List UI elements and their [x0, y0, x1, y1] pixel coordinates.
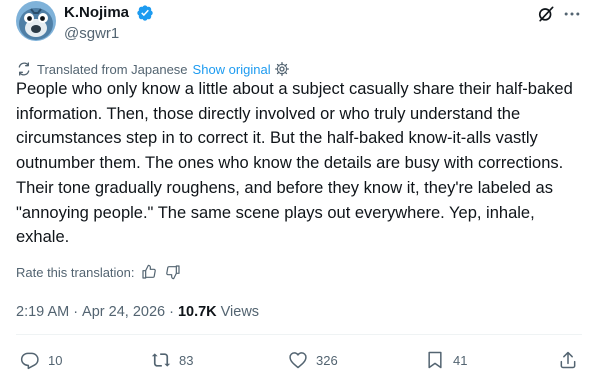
meta-separator: · [73, 304, 79, 320]
views-count[interactable]: 10.7K [178, 304, 217, 320]
reply-icon [20, 352, 39, 370]
repost-count: 83 [179, 352, 194, 368]
share-button[interactable] [558, 348, 578, 372]
thumbs-down-icon[interactable] [165, 264, 181, 280]
bookmark-icon [428, 351, 442, 369]
verified-badge-icon [137, 5, 153, 21]
repost-button[interactable]: 83 [151, 348, 193, 372]
divider [16, 334, 582, 335]
tweet-time[interactable]: 2:19 AM [16, 304, 69, 320]
translation-notice-text: Translated from Japanese [37, 61, 188, 77]
author-display-name[interactable]: K.Nojima [64, 3, 129, 22]
bookmark-count: 41 [453, 352, 468, 368]
reply-button[interactable]: 10 [20, 348, 62, 372]
more-icon[interactable] [562, 4, 582, 24]
show-original-link[interactable]: Show original [193, 62, 271, 77]
rate-translation-label: Rate this translation: [16, 264, 135, 280]
grok-icon[interactable] [536, 4, 556, 24]
gear-icon[interactable] [274, 61, 290, 77]
heart-icon [289, 352, 307, 369]
tweet-text: People who only know a little about a su… [16, 80, 573, 247]
avatar[interactable] [16, 1, 56, 41]
views-label: Views [220, 304, 260, 320]
tweet-date[interactable]: Apr 24, 2026 [82, 304, 165, 320]
avatar-image [16, 1, 56, 41]
share-icon [560, 351, 576, 369]
like-button[interactable]: 326 [288, 348, 338, 372]
thumbs-up-icon[interactable] [141, 264, 157, 280]
reply-count: 10 [48, 352, 63, 368]
author-handle[interactable]: @sgwr1 [64, 24, 119, 43]
repost-icon [151, 353, 171, 367]
rate-translation: Rate this translation: [16, 262, 181, 282]
tweet-meta: 2:19 AM · Apr 24, 2026 · 10.7K Views [16, 302, 259, 322]
meta-separator: · [169, 304, 174, 320]
translate-icon [18, 62, 30, 76]
bookmark-button[interactable]: 41 [425, 348, 467, 372]
translation-notice: Translated from Japanese Show original [16, 59, 290, 79]
like-count: 326 [316, 352, 338, 368]
